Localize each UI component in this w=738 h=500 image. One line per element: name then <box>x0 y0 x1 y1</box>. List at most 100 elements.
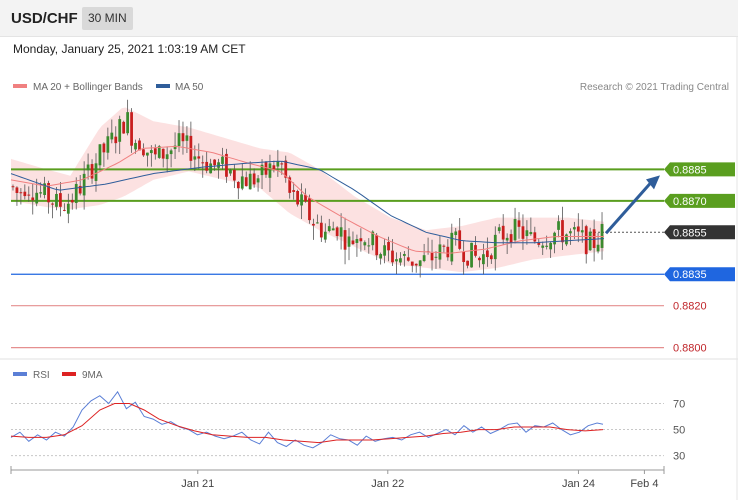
candle-body <box>66 203 70 214</box>
candle-body <box>521 226 525 239</box>
candle <box>565 233 568 247</box>
candle-body <box>442 245 446 247</box>
candle-body <box>323 231 327 240</box>
candle-body <box>600 223 604 248</box>
bollinger-band <box>11 107 604 273</box>
candle-body <box>450 232 454 262</box>
candle-body <box>15 187 19 193</box>
candle-body <box>193 156 197 160</box>
candle-body <box>509 234 513 244</box>
candle-body <box>387 242 390 251</box>
candle-body <box>252 173 256 185</box>
candle-body <box>375 235 379 256</box>
candle-body <box>478 257 481 261</box>
candle-body <box>343 230 347 250</box>
candle-body <box>177 133 181 147</box>
legend-swatch-rsi <box>13 372 27 376</box>
candle-body <box>106 136 110 153</box>
legend-label-rsi: RSI <box>33 370 50 381</box>
candle-body <box>565 234 568 245</box>
candle-body <box>59 193 62 207</box>
candle <box>458 218 462 251</box>
candle-body <box>446 246 450 258</box>
level-label-0-8855: 0.8855 <box>673 227 707 239</box>
candle-body <box>292 190 296 192</box>
legend-label-9ma: 9MA <box>82 370 103 381</box>
candle-body <box>533 232 537 242</box>
candle-body <box>505 237 509 241</box>
candle-body <box>130 112 133 146</box>
candle-body <box>51 203 54 205</box>
candle-body <box>319 222 323 238</box>
candle <box>584 224 588 264</box>
candle-body <box>588 231 592 251</box>
candle-body <box>339 227 343 237</box>
rsi-tick-label-50: 50 <box>673 425 685 437</box>
candle-body <box>256 178 260 183</box>
candle-body <box>584 226 588 255</box>
candle <box>414 263 418 273</box>
x-tick-label-feb-4: Feb 4 <box>630 478 658 490</box>
candle-body <box>462 251 466 263</box>
candle-body <box>391 250 394 263</box>
candle <box>296 189 300 207</box>
candle-body <box>430 252 434 261</box>
legend-swatch-9ma <box>62 372 76 376</box>
candle-body <box>153 148 157 155</box>
candle-body <box>165 154 169 160</box>
x-tick-label-jan-24: Jan 24 <box>562 478 595 490</box>
candle-body <box>517 220 521 227</box>
candle-body <box>331 228 335 231</box>
rsi-line <box>10 390 604 449</box>
x-tick-label-jan-22: Jan 22 <box>371 478 404 490</box>
level-label-0-8835: 0.8835 <box>673 269 707 281</box>
candle-body <box>122 121 126 134</box>
candle-body <box>529 232 533 235</box>
candle-body <box>513 219 517 241</box>
candle-body <box>229 169 232 174</box>
candle-body <box>355 239 359 243</box>
chart-canvas: MA 20 + Bollinger Bands MA 50 Research © 2… <box>0 36 738 500</box>
candle-body <box>379 254 383 259</box>
candle-body <box>248 173 252 190</box>
candle-body <box>185 135 189 141</box>
candle-body <box>315 222 319 224</box>
candle-body <box>489 255 493 260</box>
candle-body <box>466 260 469 266</box>
candle-body <box>434 256 438 258</box>
candle-body <box>146 152 149 156</box>
candle-body <box>276 161 280 167</box>
candle-body <box>142 149 145 156</box>
candle-body <box>169 150 173 155</box>
candle-body <box>383 245 386 256</box>
candle <box>236 181 240 200</box>
candle-body <box>114 136 118 144</box>
candle-body <box>406 257 410 261</box>
candle-body <box>268 163 272 178</box>
candle-body <box>27 194 31 196</box>
candle-body <box>470 242 473 268</box>
level-label-0-8820: 0.8820 <box>673 301 707 313</box>
candle-body <box>23 191 27 197</box>
candle-body <box>414 263 418 266</box>
candle <box>126 99 130 136</box>
candle-body <box>232 169 236 181</box>
credit-text: Research © 2021 Trading Central <box>580 82 729 93</box>
legend-swatch-ma20 <box>13 84 27 88</box>
candle-body <box>485 250 489 258</box>
candle <box>470 242 473 268</box>
candle-body <box>31 197 35 201</box>
candle-body <box>86 164 90 171</box>
candle-body <box>280 163 284 165</box>
legend-label-ma50: MA 50 <box>175 82 204 93</box>
candle-body <box>161 148 165 159</box>
candle-body <box>134 142 137 150</box>
candle-body <box>525 230 529 237</box>
candle-body <box>418 260 422 266</box>
candle-body <box>94 163 98 181</box>
candle-body <box>98 144 102 166</box>
rsi-tick-label-30: 30 <box>673 451 685 463</box>
rsi-tick-label-70: 70 <box>673 399 685 411</box>
candle-body <box>240 176 244 189</box>
candle-body <box>264 162 268 175</box>
